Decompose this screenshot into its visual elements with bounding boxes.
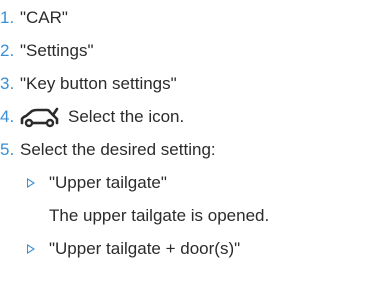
step-text: Select the icon. (68, 107, 185, 126)
car-tailgate-open-icon (20, 106, 60, 128)
bullet-triangle-icon (27, 178, 35, 188)
option-label: "Upper tailgate" (49, 173, 167, 192)
step-number: 1. (0, 8, 15, 27)
step-number: 5. (0, 140, 15, 159)
step-text: Select the desired setting: (20, 140, 216, 159)
step-text: "Key button settings" (20, 74, 177, 93)
step-number: 4. (0, 107, 15, 126)
option-description: The upper tailgate is opened. (49, 206, 270, 225)
step-text: "Settings" (20, 41, 94, 60)
step-number: 3. (0, 74, 15, 93)
step-number: 2. (0, 41, 15, 60)
option-label: "Upper tailgate + door(s)" (49, 239, 241, 258)
bullet-triangle-icon (27, 244, 35, 254)
step-text: "CAR" (20, 8, 68, 27)
